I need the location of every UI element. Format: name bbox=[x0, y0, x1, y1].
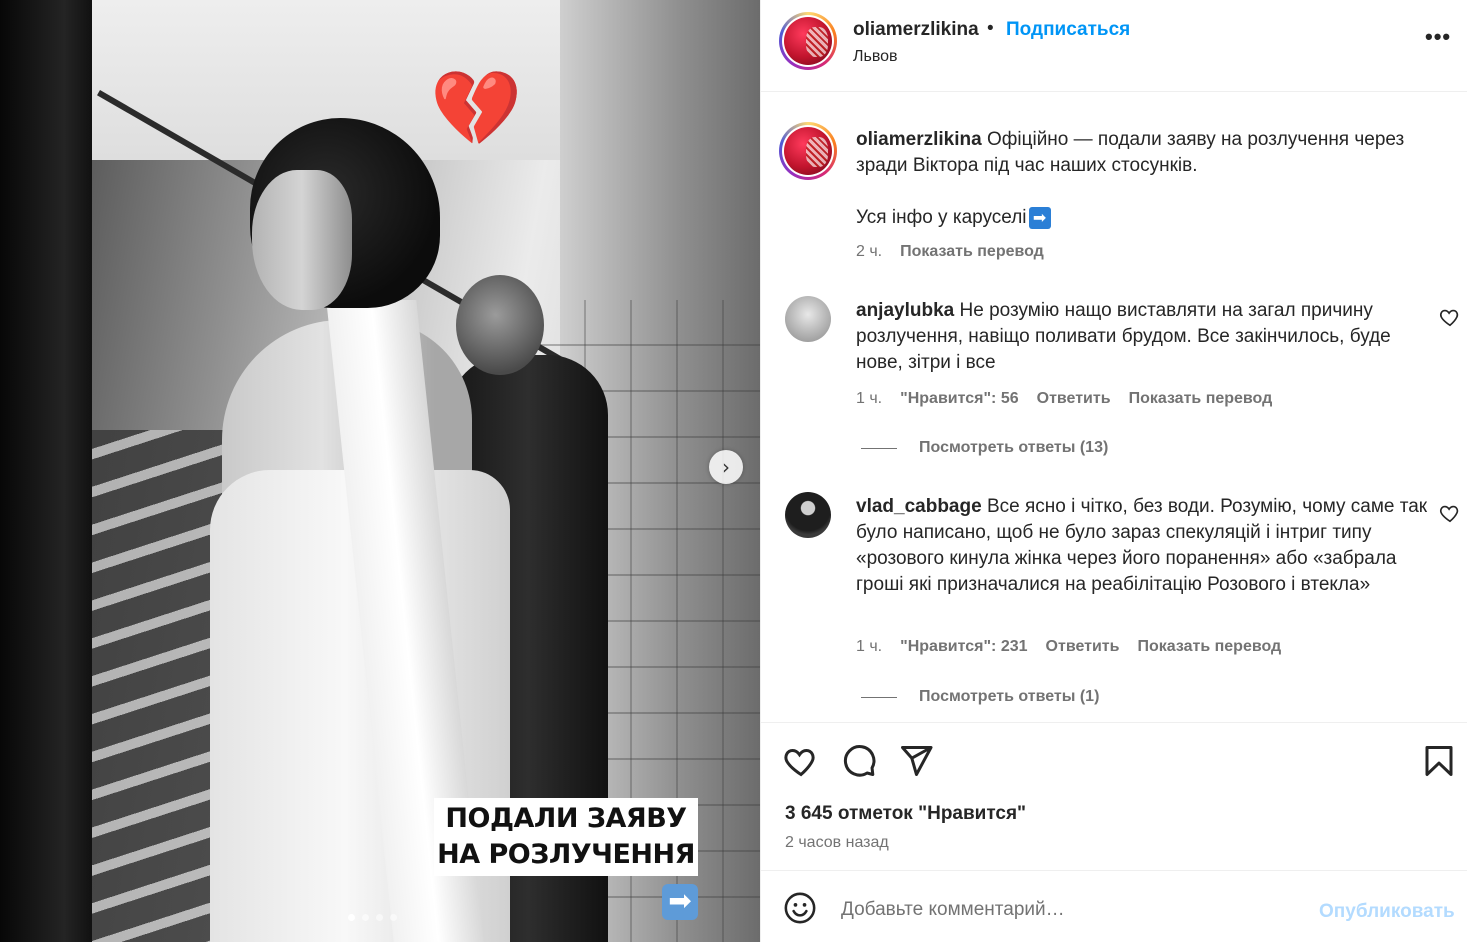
photo-door bbox=[0, 0, 92, 942]
comment-time[interactable]: 1 ч. bbox=[856, 390, 882, 408]
reply-button[interactable]: Ответить bbox=[1046, 638, 1120, 656]
comment-likes[interactable]: "Нравится": 231 bbox=[900, 638, 1027, 656]
carousel-dot bbox=[362, 914, 369, 921]
reply-button[interactable]: Ответить bbox=[1037, 390, 1111, 408]
comment-likes[interactable]: "Нравится": 56 bbox=[900, 390, 1019, 408]
view-replies-label: Посмотреть ответы (13) bbox=[919, 439, 1109, 456]
comment-like-heart-icon[interactable] bbox=[1439, 306, 1461, 328]
comment-input[interactable] bbox=[841, 893, 1301, 927]
carousel-dots bbox=[348, 914, 397, 921]
header-separator: • bbox=[987, 18, 994, 39]
carousel-dot bbox=[348, 914, 355, 921]
comment-text: vlad_cabbage Все ясно і чітко, без води.… bbox=[856, 494, 1436, 598]
show-translation-button[interactable]: Показать перевод bbox=[1129, 390, 1273, 408]
view-replies-button[interactable]: Посмотреть ответы (13) bbox=[861, 439, 1108, 457]
caption-time[interactable]: 2 ч. bbox=[856, 243, 882, 261]
heart-icon[interactable] bbox=[783, 743, 819, 779]
author-username[interactable]: oliamerzlikina bbox=[853, 19, 979, 41]
post-header: oliamerzlikina • Подписаться Львов ••• bbox=[761, 0, 1467, 92]
comment-username[interactable]: anjaylubka bbox=[856, 300, 954, 321]
view-replies-label: Посмотреть ответы (1) bbox=[919, 688, 1100, 705]
photo-man-head bbox=[456, 275, 544, 375]
replies-line bbox=[861, 696, 897, 698]
comment-username[interactable]: vlad_cabbage bbox=[856, 496, 982, 517]
add-comment-bar: Опубликовать bbox=[761, 870, 1467, 942]
post-time-ago[interactable]: 2 часов назад bbox=[785, 834, 889, 852]
caption-text: oliamerzlikina Офіційно — подали заяву н… bbox=[856, 127, 1436, 179]
comments-section[interactable]: oliamerzlikina Офіційно — подали заяву н… bbox=[761, 92, 1467, 722]
post-panel: oliamerzlikina • Подписаться Львов ••• o… bbox=[760, 0, 1467, 942]
caption-meta: 2 ч. Показать перевод bbox=[856, 243, 1044, 261]
photo-caption-line1: ПОДАЛИ ЗАЯВУ bbox=[445, 803, 687, 834]
carousel-next-button[interactable]: › bbox=[709, 450, 743, 484]
show-translation-button[interactable]: Показать перевод bbox=[900, 243, 1044, 261]
post-photo[interactable]: 💔 ПОДАЛИ ЗАЯВУ НА РОЗЛУЧЕННЯ ➡ › bbox=[0, 0, 760, 942]
photo-caption-line2: НА РОЗЛУЧЕННЯ bbox=[437, 839, 695, 870]
carousel-dot bbox=[390, 914, 397, 921]
comment-text: anjaylubka Не розумію нащо виставляти на… bbox=[856, 298, 1436, 376]
commenter-avatar[interactable] bbox=[785, 296, 831, 342]
bookmark-icon[interactable] bbox=[1421, 743, 1457, 779]
comment-like-heart-icon[interactable] bbox=[1439, 502, 1461, 524]
show-translation-button[interactable]: Показать перевод bbox=[1137, 638, 1281, 656]
arrow-right-emoji: ➡ bbox=[1028, 207, 1051, 229]
broken-heart-emoji: 💔 bbox=[430, 67, 523, 150]
caption-username[interactable]: oliamerzlikina bbox=[856, 129, 982, 150]
follow-button[interactable]: Подписаться bbox=[1006, 19, 1130, 41]
replies-line bbox=[861, 447, 897, 449]
comment-time[interactable]: 1 ч. bbox=[856, 638, 882, 656]
carousel-dot bbox=[376, 914, 383, 921]
avatar[interactable] bbox=[779, 12, 837, 70]
view-replies-button[interactable]: Посмотреть ответы (1) bbox=[861, 688, 1099, 706]
photo-caption: ПОДАЛИ ЗАЯВУ НА РОЗЛУЧЕННЯ bbox=[434, 798, 698, 876]
more-options-icon[interactable]: ••• bbox=[1425, 24, 1451, 50]
comment-meta: 1 ч. "Нравится": 231 Ответить Показать п… bbox=[856, 638, 1281, 656]
publish-comment-button[interactable]: Опубликовать bbox=[1319, 901, 1455, 923]
avatar[interactable] bbox=[779, 122, 837, 180]
likes-count[interactable]: 3 645 отметок "Нравится" bbox=[785, 803, 1026, 825]
caption-text-line2: Уся інфо у каруселі ➡ bbox=[856, 205, 1436, 231]
arrow-right-icon: ➡ bbox=[662, 884, 698, 920]
location-link[interactable]: Львов bbox=[853, 48, 898, 66]
commenter-avatar[interactable] bbox=[785, 492, 831, 538]
comment-icon[interactable] bbox=[841, 743, 877, 779]
post-actions: 3 645 отметок "Нравится" 2 часов назад bbox=[761, 722, 1467, 870]
photo-woman-face bbox=[252, 170, 352, 310]
caption-body-2: Уся інфо у каруселі bbox=[856, 207, 1027, 228]
share-icon[interactable] bbox=[898, 743, 934, 779]
comment-meta: 1 ч. "Нравится": 56 Ответить Показать пе… bbox=[856, 390, 1272, 408]
emoji-icon[interactable] bbox=[783, 891, 817, 925]
